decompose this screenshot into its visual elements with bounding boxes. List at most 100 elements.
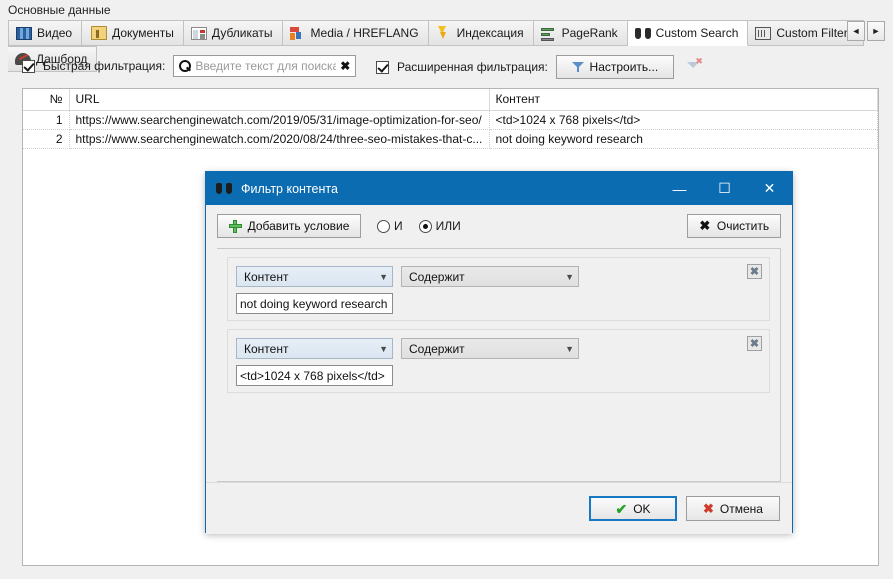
chevron-down-icon: ▼ xyxy=(379,343,388,354)
table-header-row: № URL Контент xyxy=(23,89,878,111)
dialog-footer: ✔ OK ✖ Отмена xyxy=(206,482,792,534)
delete-condition-button[interactable]: ✖ xyxy=(747,264,762,279)
tab-scroll-right-icon[interactable]: ► xyxy=(867,21,885,41)
add-condition-button[interactable]: Добавить условие xyxy=(217,214,361,238)
tab-scroll-left-icon[interactable]: ◄ xyxy=(847,21,865,41)
media-icon xyxy=(289,26,306,40)
maximize-icon[interactable]: ☐ xyxy=(702,172,747,205)
application-window: Основные данные Видео Документы Дубликат… xyxy=(0,0,893,579)
table-row[interactable]: 2 https://www.searchenginewatch.com/2020… xyxy=(23,129,878,149)
dialog-title-bar[interactable]: Фильтр контента — ☐ ✕ xyxy=(206,172,792,205)
results-table: № URL Контент 1 https://www.searchengine… xyxy=(23,89,878,149)
document-icon xyxy=(91,26,108,40)
logic-or-label: ИЛИ xyxy=(435,219,461,233)
advanced-filter-checkbox[interactable] xyxy=(376,60,389,74)
tab-label: PageRank xyxy=(561,26,618,40)
tab-indexing[interactable]: Индексация xyxy=(428,20,534,46)
logic-and-radio[interactable]: И xyxy=(377,219,403,233)
content-filter-dialog: Фильтр контента — ☐ ✕ Добавить условие И xyxy=(205,171,793,534)
dialog-body: Добавить условие И ИЛИ ✖ Очистить Контен… xyxy=(206,205,792,534)
tab-documents[interactable]: Документы xyxy=(82,20,184,46)
chevron-down-icon: ▼ xyxy=(379,271,388,282)
plus-icon xyxy=(228,219,242,233)
bars-icon xyxy=(540,27,557,41)
logic-and-label: И xyxy=(394,219,403,233)
tab-strip: Видео Документы Дубликаты Media / HREFLA… xyxy=(8,20,885,72)
duplicates-icon xyxy=(190,26,207,40)
column-header-url[interactable]: URL xyxy=(69,89,490,111)
tab-video[interactable]: Видео xyxy=(8,20,83,46)
logic-or-radio[interactable]: ИЛИ xyxy=(418,219,461,233)
reset-filter-button[interactable] xyxy=(682,55,706,79)
ok-button-label: OK xyxy=(633,501,651,516)
condition-operator-select[interactable]: Содержит ▼ xyxy=(401,338,579,359)
condition-row: Контент ▼ Содержит ▼ <td>1024 x 768 pixe… xyxy=(227,329,770,393)
radio-and-indicator xyxy=(377,219,390,233)
condition-field-value: Контент xyxy=(244,341,289,356)
tab-label: Custom Search xyxy=(655,26,739,40)
filters-icon xyxy=(755,26,772,40)
filter-bar: Быстрая фильтрация: Введите текст для по… xyxy=(0,50,893,80)
cancel-button[interactable]: ✖ Отмена xyxy=(686,496,780,521)
condition-field-value: Контент xyxy=(244,269,289,284)
delete-condition-button[interactable]: ✖ xyxy=(747,336,762,351)
funnel-clear-icon xyxy=(686,56,703,74)
cell-content: <td>1024 x 768 pixels</td> xyxy=(489,110,878,130)
quick-filter-checkbox[interactable] xyxy=(22,59,35,73)
tab-label: Документы xyxy=(112,26,174,40)
advanced-filter-label: Расширенная фильтрация: xyxy=(397,60,548,74)
cell-num: 2 xyxy=(23,129,70,149)
cell-url: https://www.searchenginewatch.com/2019/0… xyxy=(69,110,490,130)
condition-value-input[interactable]: <td>1024 x 768 pixels</td> xyxy=(236,365,393,386)
ok-button[interactable]: ✔ OK xyxy=(589,496,677,521)
group-caption: Основные данные xyxy=(8,3,111,17)
conditions-scroll-pane: Контент ▼ Содержит ▼ not doing keyword r… xyxy=(217,248,781,482)
tab-label: Дубликаты xyxy=(211,26,273,40)
tab-custom-search[interactable]: Custom Search xyxy=(627,20,749,46)
dialog-toolbar: Добавить условие И ИЛИ ✖ Очистить xyxy=(206,205,792,247)
check-icon: ✔ xyxy=(615,500,628,517)
condition-row: Контент ▼ Содержит ▼ not doing keyword r… xyxy=(227,257,770,321)
tab-label: Видео xyxy=(37,26,73,40)
cancel-button-label: Отмена xyxy=(719,501,763,516)
binoculars-icon xyxy=(216,182,232,195)
table-row[interactable]: 1 https://www.searchenginewatch.com/2019… xyxy=(23,110,878,130)
x-icon: ✖ xyxy=(703,501,714,516)
chevron-down-icon: ▼ xyxy=(565,271,574,282)
quick-filter-input-wrap[interactable]: Введите текст для поиска... ✖ xyxy=(173,55,357,77)
dialog-title: Фильтр контента xyxy=(241,181,338,196)
cell-num: 1 xyxy=(23,110,70,130)
radio-or-indicator xyxy=(418,219,432,233)
lightning-icon xyxy=(436,26,452,40)
clear-conditions-button[interactable]: ✖ Очистить xyxy=(687,214,781,238)
tab-duplicates[interactable]: Дубликаты xyxy=(183,20,283,46)
condition-operator-value: Содержит xyxy=(409,269,465,284)
condition-operator-select[interactable]: Содержит ▼ xyxy=(401,266,579,287)
tab-media-hreflang[interactable]: Media / HREFLANG xyxy=(282,20,429,46)
search-icon xyxy=(179,60,192,72)
column-header-content[interactable]: Контент xyxy=(489,89,878,111)
tab-pagerank[interactable]: PageRank xyxy=(533,20,628,46)
chevron-down-icon: ▼ xyxy=(565,343,574,354)
x-icon: ✖ xyxy=(699,218,711,233)
condition-field-select[interactable]: Контент ▼ xyxy=(236,338,393,359)
condition-field-select[interactable]: Контент ▼ xyxy=(236,266,393,287)
close-icon[interactable]: ✕ xyxy=(747,172,792,205)
cell-url: https://www.searchenginewatch.com/2020/0… xyxy=(69,129,490,149)
column-header-num[interactable]: № xyxy=(23,89,70,111)
add-condition-label: Добавить условие xyxy=(247,219,350,233)
minimize-icon[interactable]: — xyxy=(657,172,702,205)
configure-filter-button[interactable]: Настроить... xyxy=(555,55,674,79)
condition-operator-value: Содержит xyxy=(409,341,465,356)
video-icon xyxy=(16,26,32,40)
tab-scroll-arrows: ◄ ► xyxy=(847,21,885,41)
window-controls: — ☐ ✕ xyxy=(657,172,792,205)
configure-filter-label: Настроить... xyxy=(589,60,659,74)
binoculars-icon xyxy=(634,27,651,40)
quick-filter-label: Быстрая фильтрация: xyxy=(43,59,166,73)
condition-value-input[interactable]: not doing keyword research xyxy=(236,293,393,314)
tab-label: Media / HREFLANG xyxy=(310,26,419,40)
clear-search-icon[interactable]: ✖ xyxy=(340,59,350,73)
tab-label: Custom Filters xyxy=(776,26,854,40)
quick-filter-input[interactable]: Введите текст для поиска... xyxy=(195,59,336,73)
